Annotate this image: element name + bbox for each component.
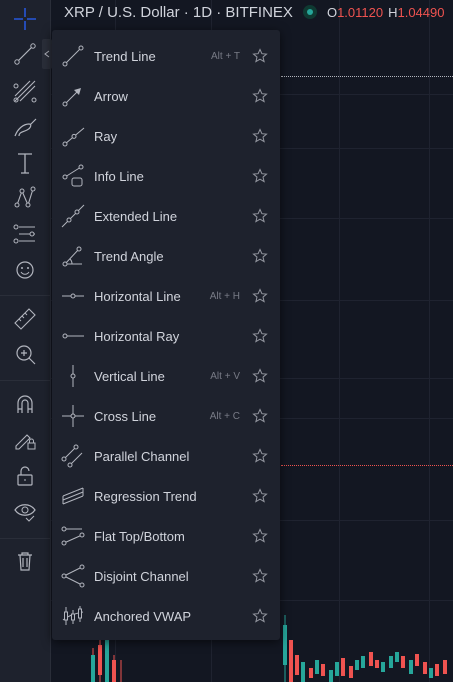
menu-item-regression-trend[interactable]: Regression Trend — [52, 476, 280, 516]
regression-trend-icon — [61, 484, 85, 508]
favorite-star-icon[interactable] — [252, 168, 268, 184]
menu-item-horizontal-line[interactable]: Horizontal Line Alt + H — [52, 276, 280, 316]
extended-line-icon — [61, 204, 85, 228]
prediction-icon[interactable] — [10, 219, 40, 249]
cross-line-icon — [61, 404, 85, 428]
ray-icon — [61, 124, 85, 148]
gann-fib-icon[interactable] — [10, 76, 40, 106]
favorite-star-icon[interactable] — [252, 368, 268, 384]
favorite-star-icon[interactable] — [252, 288, 268, 304]
open-value: 1.01120 — [337, 4, 384, 20]
emoji-icon[interactable] — [10, 255, 40, 285]
horizontal-ray-icon — [61, 324, 85, 348]
trash-icon[interactable] — [10, 546, 40, 576]
favorite-star-icon[interactable] — [252, 528, 268, 544]
parallel-channel-icon — [61, 444, 85, 468]
favorite-star-icon[interactable] — [252, 328, 268, 344]
menu-item-cross-line[interactable]: Cross Line Alt + C — [52, 396, 280, 436]
favorite-star-icon[interactable] — [252, 448, 268, 464]
favorite-star-icon[interactable] — [252, 608, 268, 624]
toolbar-divider — [0, 295, 50, 296]
ruler-icon[interactable] — [10, 304, 40, 334]
anchored-vwap-icon — [61, 604, 85, 628]
vertical-line-icon — [61, 364, 85, 388]
zoom-in-icon[interactable] — [10, 339, 40, 369]
toolbar-divider — [0, 380, 50, 381]
trend-line-icon[interactable] — [10, 39, 40, 69]
text-icon[interactable] — [10, 148, 40, 178]
drawing-toolbar — [0, 0, 52, 682]
menu-item-ray[interactable]: Ray — [52, 116, 280, 156]
menu-item-trend-line[interactable]: Trend Line Alt + T — [52, 36, 280, 76]
favorite-star-icon[interactable] — [252, 48, 268, 64]
crosshair-icon[interactable] — [10, 4, 40, 34]
high-value: 1.04490 — [397, 4, 445, 20]
market-status-icon[interactable] — [302, 5, 317, 19]
high-label: H — [388, 4, 398, 20]
menu-item-disjoint-channel[interactable]: Disjoint Channel — [52, 556, 280, 596]
open-label: O — [326, 4, 338, 20]
arrow-icon — [61, 84, 85, 108]
menu-item-flat-top-bottom[interactable]: Flat Top/Bottom — [52, 516, 280, 556]
info-line-icon — [61, 164, 85, 188]
trend-line-icon — [61, 44, 85, 68]
menu-item-parallel-channel[interactable]: Parallel Channel — [52, 436, 280, 476]
chart-legend: XRP / U.S. Dollar · 1D · BITFINEX O 1.01… — [64, 2, 449, 22]
disjoint-channel-icon — [61, 564, 85, 588]
favorite-star-icon[interactable] — [252, 568, 268, 584]
brush-icon[interactable] — [10, 113, 40, 143]
flat-top-bottom-icon — [61, 524, 85, 548]
symbol-title[interactable]: XRP / U.S. Dollar · 1D · BITFINEX — [64, 4, 293, 21]
lock-drawing-icon[interactable] — [10, 425, 40, 455]
menu-item-horizontal-ray[interactable]: Horizontal Ray — [52, 316, 280, 356]
unlock-icon[interactable] — [10, 461, 40, 491]
menu-item-arrow[interactable]: Arrow — [52, 76, 280, 116]
lines-tools-menu: Trend Line Alt + T Arrow Ray Info Line E… — [52, 30, 280, 640]
magnet-icon[interactable] — [10, 389, 40, 419]
trend-angle-icon — [61, 244, 85, 268]
toolbar-divider — [0, 538, 50, 539]
eye-icon[interactable] — [10, 496, 40, 526]
pattern-icon[interactable] — [10, 183, 40, 213]
favorite-star-icon[interactable] — [252, 408, 268, 424]
favorite-star-icon[interactable] — [252, 488, 268, 504]
favorite-star-icon[interactable] — [252, 128, 268, 144]
horizontal-line-icon — [61, 284, 85, 308]
menu-item-vertical-line[interactable]: Vertical Line Alt + V — [52, 356, 280, 396]
menu-item-trend-angle[interactable]: Trend Angle — [52, 236, 280, 276]
menu-item-anchored-vwap[interactable]: Anchored VWAP — [52, 596, 280, 636]
favorite-star-icon[interactable] — [252, 88, 268, 104]
favorite-star-icon[interactable] — [252, 248, 268, 264]
favorite-star-icon[interactable] — [252, 208, 268, 224]
menu-item-extended-line[interactable]: Extended Line — [52, 196, 280, 236]
menu-item-info-line[interactable]: Info Line — [52, 156, 280, 196]
